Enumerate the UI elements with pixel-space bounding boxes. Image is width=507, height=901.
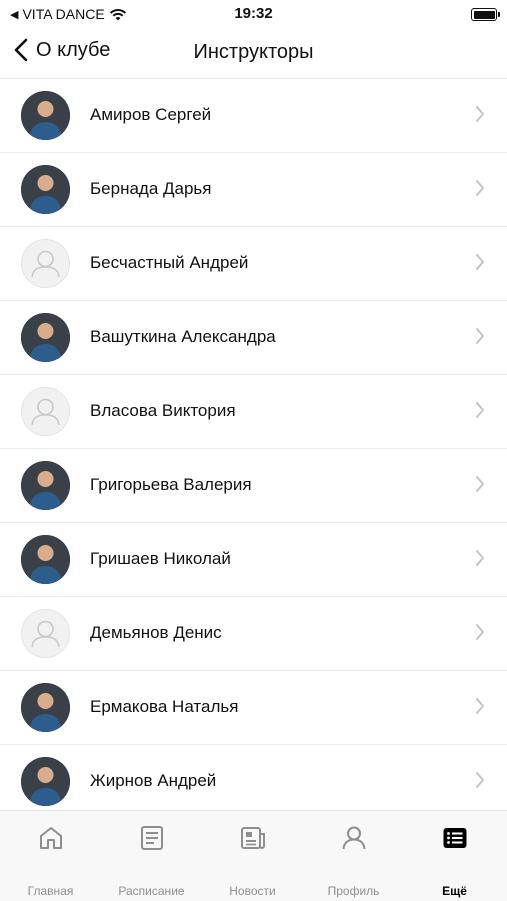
chevron-right-icon: [476, 106, 484, 122]
chevron-right-icon: [476, 476, 484, 492]
tab-profile[interactable]: Профиль: [303, 811, 404, 901]
more-icon: [443, 828, 466, 848]
news-icon: [240, 827, 265, 849]
page-title: Инструкторы: [0, 41, 507, 64]
avatar-photo: [21, 165, 70, 214]
profile-icon: [342, 826, 365, 850]
avatar-photo: [21, 757, 70, 806]
instructor-row[interactable]: Власова Виктория: [0, 375, 507, 449]
tab-news-label: Новости: [229, 884, 276, 898]
tab-home[interactable]: Главная: [0, 811, 101, 901]
instructor-name: Гришаев Николай: [90, 549, 231, 568]
instructor-row[interactable]: Вашуткина Александра: [0, 301, 507, 375]
instructors-list[interactable]: Амиров Сергей Бернада Дарья Бесчастный Анд…: [0, 79, 507, 810]
instructor-name: Бесчастный Андрей: [90, 253, 249, 272]
tab-more[interactable]: Ещё: [404, 811, 505, 901]
instructor-row[interactable]: Григорьева Валерия: [0, 449, 507, 523]
instructor-name: Власова Виктория: [90, 401, 236, 420]
avatar-placeholder-icon: [21, 387, 70, 436]
tab-home-label: Главная: [27, 884, 74, 898]
instructor-name: Демьянов Денис: [90, 623, 222, 642]
tab-profile-label: Профиль: [327, 884, 380, 898]
tab-schedule[interactable]: Расписание: [101, 811, 202, 901]
instructor-row[interactable]: Жирнов Андрей: [0, 745, 507, 810]
schedule-icon: [140, 826, 163, 850]
status-bar: ◀ VITA DANCE 19:32: [0, 0, 507, 30]
chevron-right-icon: [476, 254, 484, 270]
instructor-row[interactable]: Ермакова Наталья: [0, 671, 507, 745]
instructor-name: Амиров Сергей: [90, 105, 212, 124]
instructor-name: Жирнов Андрей: [90, 771, 217, 790]
chevron-right-icon: [476, 772, 484, 788]
chevron-right-icon: [476, 698, 484, 714]
home-icon: [39, 827, 62, 849]
avatar-photo: [21, 683, 70, 732]
tab-news[interactable]: Новости: [202, 811, 303, 901]
avatar-photo: [21, 535, 70, 584]
avatar-placeholder-icon: [21, 609, 70, 658]
chevron-right-icon: [476, 624, 484, 640]
instructor-row[interactable]: Амиров Сергей: [0, 79, 507, 153]
chevron-right-icon: [476, 328, 484, 344]
chevron-right-icon: [476, 550, 484, 566]
navigation-bar: О клубе Инструкторы: [0, 30, 507, 79]
status-time: 19:32: [234, 5, 273, 22]
instructor-name: Ермакова Наталья: [90, 697, 239, 716]
tab-schedule-label: Расписание: [118, 884, 185, 898]
chevron-right-icon: [476, 180, 484, 196]
instructor-name: Вашуткина Александра: [90, 327, 276, 346]
instructor-name: Бернада Дарья: [90, 179, 212, 198]
instructor-row[interactable]: Бесчастный Андрей: [0, 227, 507, 301]
tab-more-label: Ещё: [442, 884, 467, 898]
instructor-row[interactable]: Бернада Дарья: [0, 153, 507, 227]
avatar-photo: [21, 91, 70, 140]
chevron-right-icon: [476, 402, 484, 418]
instructor-row[interactable]: Гришаев Николай: [0, 523, 507, 597]
avatar-photo: [21, 313, 70, 362]
page-title-text: Инструкторы: [193, 41, 314, 63]
tab-bar: Главная Расписание Новости Профиль Ещё: [0, 810, 507, 901]
battery-icon: [471, 8, 500, 21]
avatar-photo: [21, 461, 70, 510]
instructor-row[interactable]: Демьянов Денис: [0, 597, 507, 671]
instructor-name: Григорьева Валерия: [90, 475, 252, 494]
avatar-placeholder-icon: [21, 239, 70, 288]
